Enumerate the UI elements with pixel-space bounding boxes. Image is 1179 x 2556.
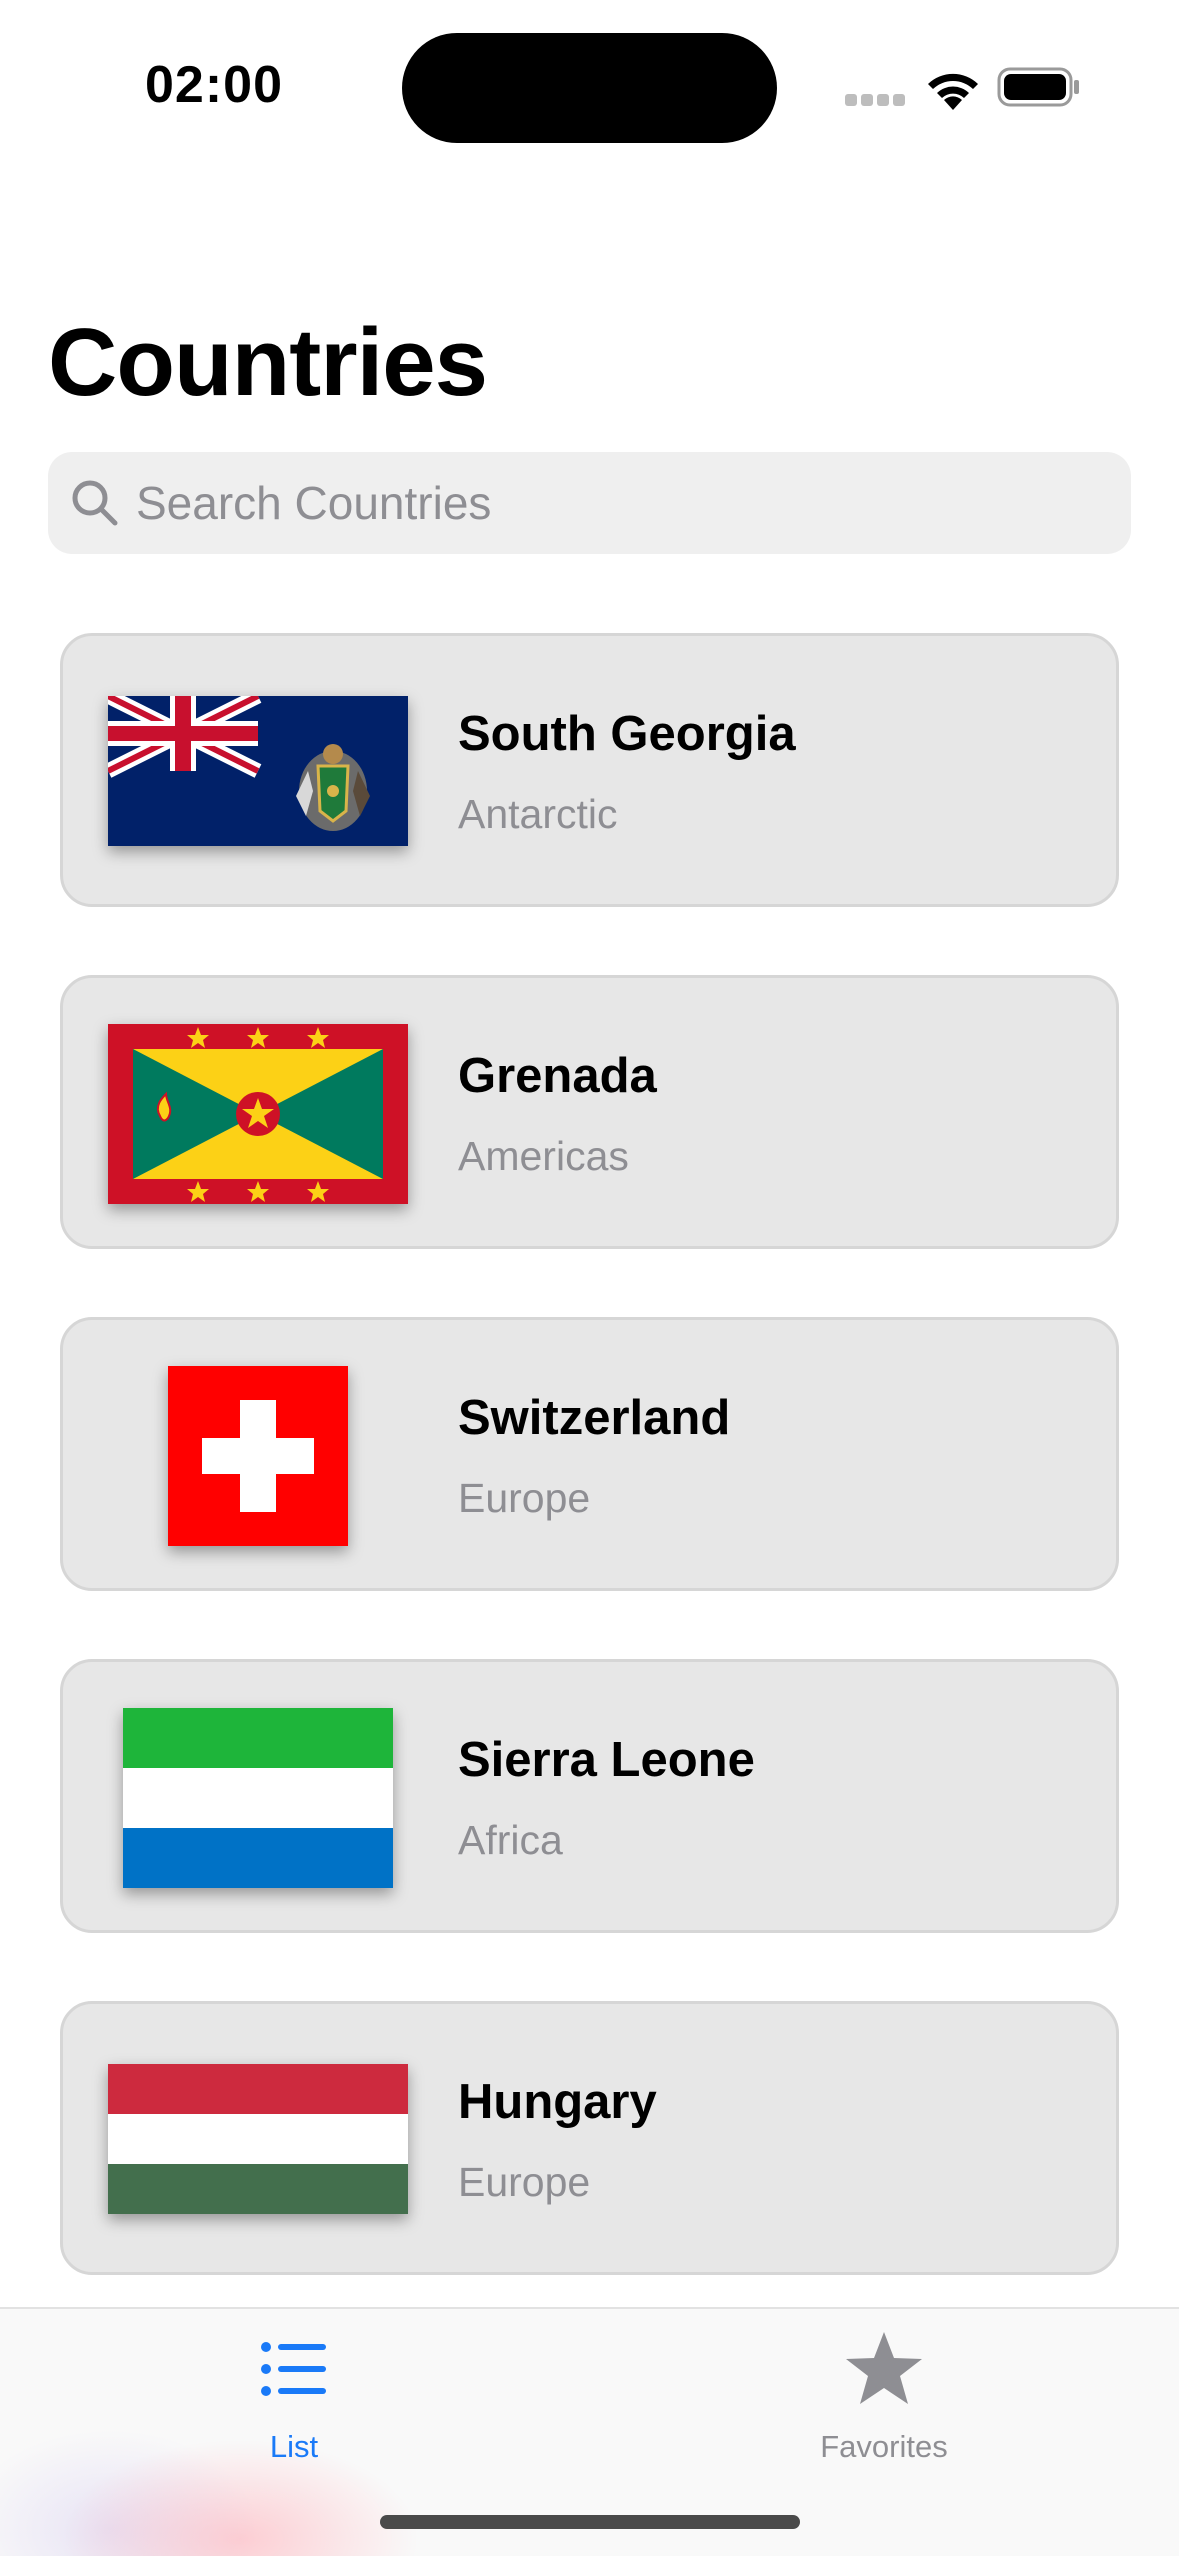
hungary-flag [108,2064,408,2214]
country-name: Switzerland [458,1391,731,1445]
battery-icon [997,66,1081,108]
country-region: Europe [458,2159,591,2205]
country-card[interactable]: Grenada Americas [60,975,1119,1249]
country-name: Hungary [458,2075,657,2129]
country-card[interactable]: Switzerland Europe [60,1317,1119,1591]
country-name: Sierra Leone [458,1733,755,1787]
sierra-leone-flag [123,1708,393,1888]
country-region: Americas [458,1133,629,1179]
star-icon [846,2332,922,2404]
tab-list[interactable]: List [144,2329,444,2469]
page-title: Countries [48,309,488,416]
country-region: Africa [458,1817,563,1863]
switzerland-flag [168,1366,348,1546]
search-bar[interactable] [48,452,1131,554]
country-card[interactable]: Hungary Europe [60,2001,1119,2275]
country-region: Europe [458,1475,591,1521]
tab-label: Favorites [820,2429,948,2464]
country-name: Grenada [458,1049,657,1103]
country-card[interactable]: South Georgia Antarctic [60,633,1119,907]
country-card[interactable]: Sierra Leone Africa [60,1659,1119,1933]
country-region: Antarctic [458,791,618,837]
south-georgia-flag [108,696,408,846]
list-icon [261,2342,326,2396]
app-screen: 02:00 Countries Search Countries South G… [0,0,1179,2556]
tab-favorites[interactable]: Favorites [734,2329,1034,2469]
grenada-flag [108,1024,408,1204]
search-input[interactable] [136,452,1096,554]
search-icon [72,480,118,526]
dynamic-island [402,33,777,143]
tab-label: List [269,2429,319,2464]
status-time: 02:00 [145,56,283,114]
country-name: South Georgia [458,707,796,761]
home-indicator[interactable] [380,2515,800,2529]
cellular-signal-icon [845,94,905,108]
wifi-icon [923,66,983,110]
